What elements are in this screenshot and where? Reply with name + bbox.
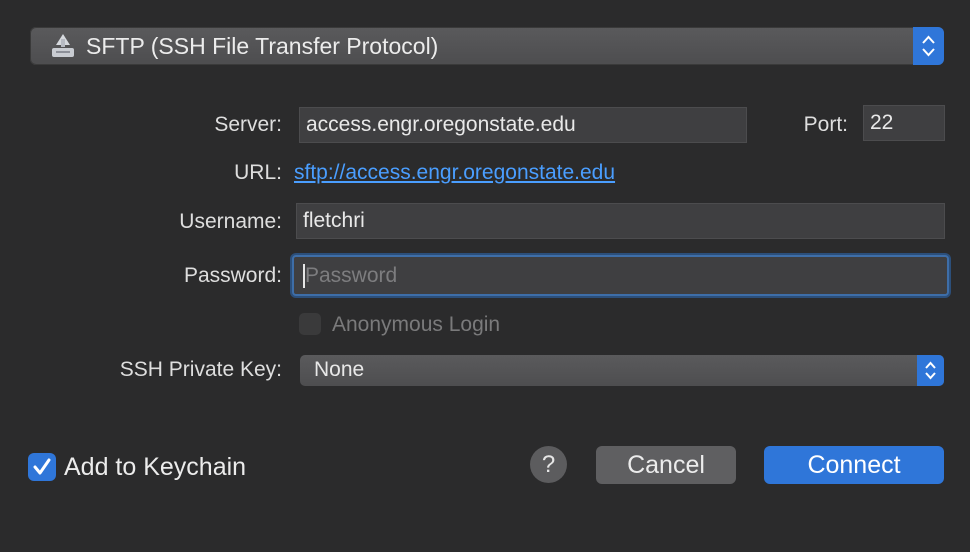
ssh-key-value: None	[314, 358, 365, 381]
cancel-button[interactable]: Cancel	[596, 446, 736, 484]
chevron-updown-icon	[922, 35, 935, 57]
add-to-keychain-label: Add to Keychain	[64, 453, 247, 481]
url-label: URL:	[234, 161, 282, 184]
ssh-key-popup[interactable]	[300, 355, 944, 386]
username-field[interactable]: fletchri	[296, 203, 945, 239]
server-field[interactable]: access.engr.oregonstate.edu	[299, 107, 747, 143]
port-label: Port:	[803, 113, 848, 136]
password-label: Password:	[183, 264, 282, 287]
connect-button[interactable]: Connect	[764, 446, 944, 484]
anonymous-login-label: Anonymous Login	[332, 313, 501, 336]
username-label: Username:	[179, 210, 282, 233]
checkmark-icon	[33, 458, 51, 475]
network-drive-icon	[52, 34, 74, 57]
port-field[interactable]: 22	[863, 105, 945, 141]
text-caret	[303, 264, 305, 288]
ssh-key-label: SSH Private Key:	[119, 358, 282, 381]
add-to-keychain-checkbox[interactable]	[28, 453, 56, 481]
url-link[interactable]: sftp://access.engr.oregonstate.edu	[294, 161, 615, 185]
ssh-key-stepper[interactable]	[917, 355, 944, 386]
help-button[interactable]: ?	[530, 446, 567, 483]
anonymous-login-checkbox[interactable]	[299, 313, 321, 335]
protocol-label: SFTP (SSH File Transfer Protocol)	[86, 33, 439, 59]
password-placeholder: Password	[305, 264, 398, 287]
chevron-updown-icon	[925, 361, 936, 380]
server-label: Server:	[214, 113, 282, 136]
protocol-stepper[interactable]	[913, 27, 944, 65]
